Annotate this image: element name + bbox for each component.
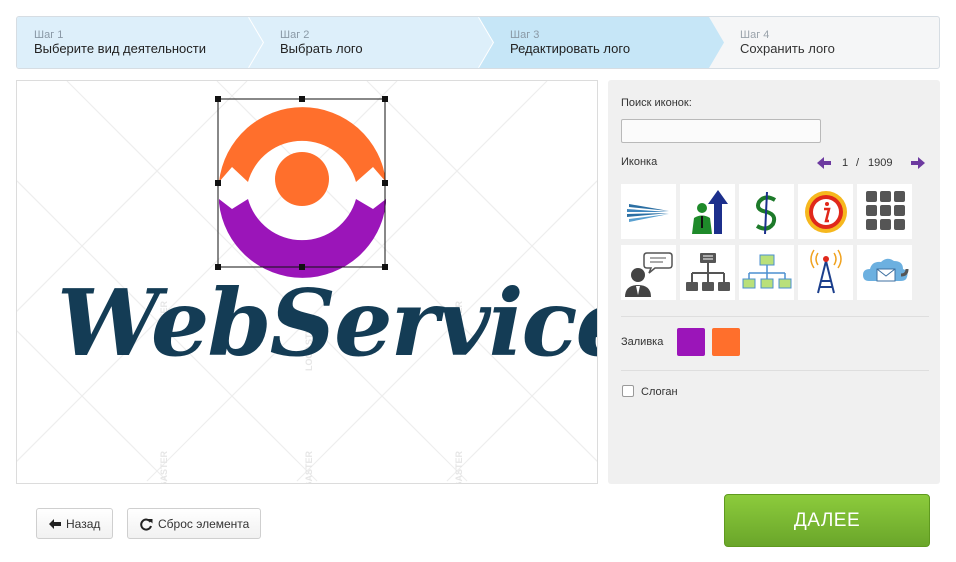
pager-separator: / — [856, 157, 860, 169]
step-1-number: Шаг 1 — [34, 29, 64, 41]
back-button-label: Назад — [66, 517, 101, 531]
grid-icon[interactable] — [857, 184, 912, 239]
step-3-title: Редактировать лого — [510, 41, 631, 56]
next-button[interactable]: ДАЛЕЕ — [724, 494, 930, 547]
resize-handle — [215, 96, 221, 102]
stepper: Шаг 1 Выберите вид деятельности Шаг 2 Вы… — [16, 16, 940, 69]
step-1-title: Выберите вид деятельности — [34, 41, 206, 56]
antenna-icon[interactable] — [798, 245, 853, 300]
resize-handle — [215, 180, 221, 186]
refresh-icon — [140, 518, 153, 531]
search-label: Поиск иконок: — [621, 97, 692, 109]
org-chart-icon[interactable] — [680, 245, 735, 300]
divider — [621, 370, 929, 371]
edit-panel: Поиск иконок: Иконка 1 / 1909 Заливка Сл… — [608, 80, 940, 484]
slogan-checkbox[interactable] — [622, 385, 634, 397]
step-2[interactable]: Шаг 2 Выбрать лого — [249, 17, 495, 68]
step-3[interactable]: Шаг 3 Редактировать лого — [479, 17, 725, 68]
resize-handle — [299, 96, 305, 102]
cloud-mail-icon[interactable] — [857, 245, 912, 300]
fill-color-orange[interactable] — [712, 328, 740, 356]
step-1[interactable]: Шаг 1 Выберите вид деятельности — [17, 17, 267, 68]
speed-lines-icon[interactable] — [621, 184, 676, 239]
step-4[interactable]: Шаг 4 Сохранить лого — [709, 17, 939, 68]
businessman-arrow-icon[interactable] — [680, 184, 735, 239]
step-4-title: Сохранить лого — [740, 41, 835, 56]
resize-handle — [382, 96, 388, 102]
divider — [621, 316, 929, 317]
step-4-number: Шаг 4 — [740, 29, 770, 41]
back-button[interactable]: Назад — [36, 508, 113, 539]
chat-person-icon[interactable] — [621, 245, 676, 300]
reset-element-button[interactable]: Сброс элемента — [127, 508, 261, 539]
arrow-left-icon — [49, 519, 61, 529]
icon-search-input[interactable] — [621, 119, 821, 143]
slogan-label: Слоган — [641, 386, 678, 398]
network-icon[interactable] — [739, 245, 794, 300]
prev-page-icon[interactable] — [816, 156, 832, 170]
reset-element-button-label: Сброс элемента — [158, 517, 250, 531]
next-page-icon[interactable] — [910, 156, 926, 170]
step-2-number: Шаг 2 — [280, 29, 310, 41]
logo-center-dot — [275, 152, 329, 206]
logo-text[interactable]: WebService — [57, 263, 597, 383]
icon-label: Иконка — [621, 156, 658, 168]
info-icon[interactable] — [798, 184, 853, 239]
pager-current: 1 — [842, 157, 849, 169]
logo-canvas[interactable]: LOGASTER LOGASTER LOGASTER LOGASTER LOGA… — [16, 80, 598, 484]
resize-handle — [382, 180, 388, 186]
step-2-title: Выбрать лого — [280, 41, 363, 56]
fill-label: Заливка — [621, 336, 664, 348]
dollar-sign-icon[interactable] — [739, 184, 794, 239]
pager-total: 1909 — [868, 157, 893, 169]
step-3-number: Шаг 3 — [510, 29, 540, 41]
fill-color-purple[interactable] — [677, 328, 705, 356]
